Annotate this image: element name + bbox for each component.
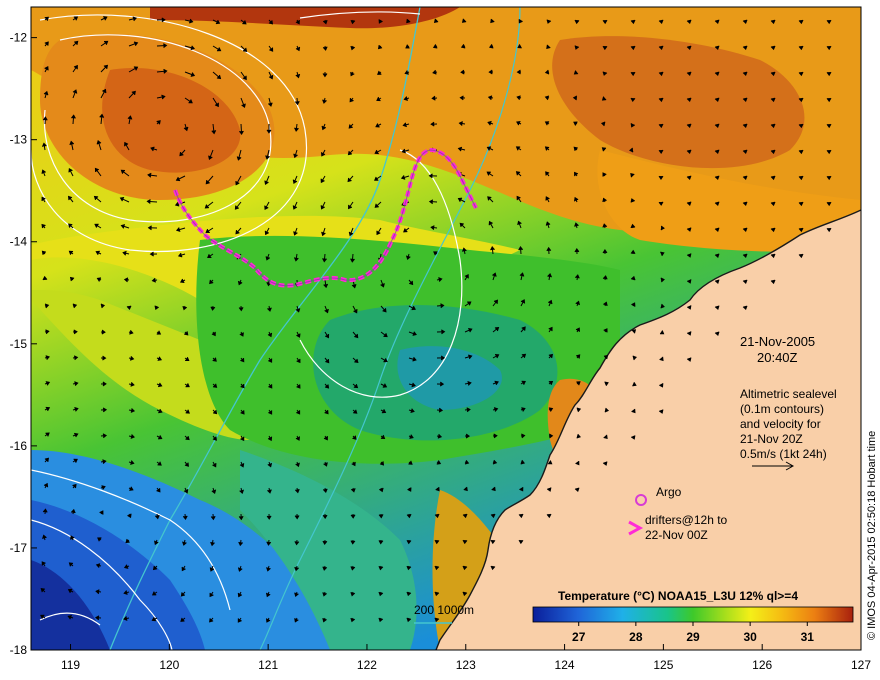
time-label: 20:40Z — [757, 350, 798, 365]
depth-legend-label: 200 1000m — [414, 603, 474, 617]
colorbar-tick-label: 27 — [572, 630, 586, 644]
credit-text: © IMOS 04-Apr-2015 02:50:18 Hobart time — [866, 431, 878, 640]
lat-tick-label: -12 — [10, 31, 28, 45]
sst-field — [31, 7, 861, 650]
lon-tick-label: 120 — [159, 658, 179, 672]
lat-tick-label: -15 — [10, 337, 28, 351]
lat-tick-label: -14 — [10, 235, 28, 249]
date-label: 21-Nov-2005 — [740, 334, 815, 349]
lon-tick-label: 119 — [61, 658, 80, 672]
altimetry-line: and velocity for — [740, 417, 821, 431]
lon-tick-label: 121 — [258, 658, 278, 672]
colorbar-tick-label: 28 — [629, 630, 643, 644]
lat-tick-label: -17 — [10, 541, 28, 555]
map-canvas: 119 120 121 122 123 124 125 126 127 -12 -13 -14 -15… — [10, 6, 878, 672]
colorbar-tick-label: 29 — [686, 630, 700, 644]
lon-tick-label: 126 — [752, 658, 772, 672]
altimetry-line: Altimetric sealevel — [740, 387, 837, 401]
altimetry-line: 0.5m/s (1kt 24h) — [740, 447, 827, 461]
altimetry-line: (0.1m contours) — [740, 402, 824, 416]
lon-tick-label: 127 — [851, 658, 871, 672]
argo-label: Argo — [656, 485, 682, 499]
drifters-label-line2: 22-Nov 00Z — [645, 528, 708, 542]
colorbar-tick-label: 31 — [801, 630, 815, 644]
lon-tick-label: 125 — [653, 658, 673, 672]
drifters-label-line1: drifters@12h to — [645, 513, 728, 527]
colorbar-gradient — [532, 606, 854, 623]
altimetry-line: 21-Nov 20Z — [740, 432, 803, 446]
colorbar-tick-label: 30 — [743, 630, 757, 644]
lat-tick-label: -13 — [10, 133, 28, 147]
lon-tick-label: 124 — [555, 658, 575, 672]
lat-tick-label: -18 — [10, 643, 28, 657]
colorbar-title: Temperature (°C) NOAA15_L3U 12% ql>=4 — [558, 589, 798, 603]
lon-tick-label: 123 — [456, 658, 476, 672]
sst-map-figure: 119 120 121 122 123 124 125 126 127 -12 -13 -14 -15… — [0, 0, 880, 680]
lon-tick-label: 122 — [357, 658, 377, 672]
lat-tick-label: -16 — [10, 439, 28, 453]
